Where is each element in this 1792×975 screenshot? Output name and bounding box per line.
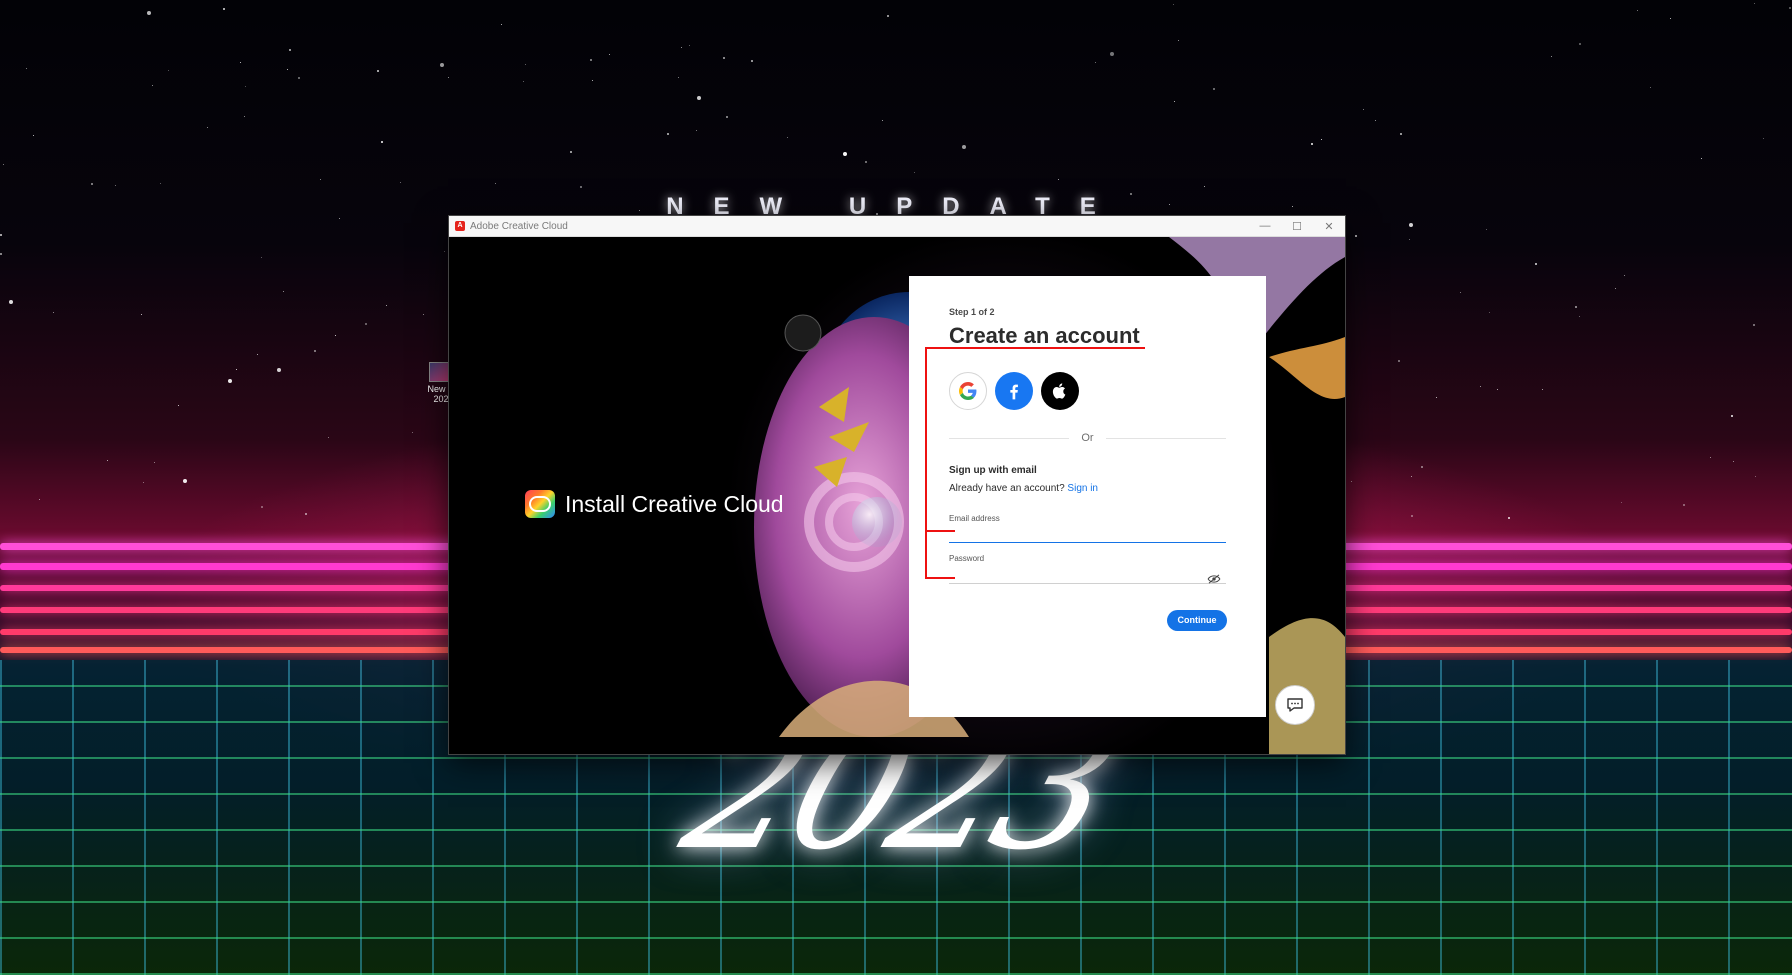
- minimize-button[interactable]: —: [1249, 216, 1281, 236]
- page-title: Create an account: [949, 323, 1140, 348]
- password-field[interactable]: [949, 567, 1226, 584]
- apple-signin-button[interactable]: [1041, 372, 1079, 410]
- creative-cloud-window: A Adobe Creative Cloud — ☐ ✕ Install Cre…: [448, 215, 1346, 755]
- google-icon: [959, 382, 977, 400]
- title-bar[interactable]: A Adobe Creative Cloud — ☐ ✕: [449, 216, 1345, 237]
- window-title: Adobe Creative Cloud: [470, 220, 568, 232]
- install-label: Install Creative Cloud: [565, 490, 784, 517]
- sign-in-link[interactable]: Sign in: [1067, 483, 1098, 494]
- signup-card: Step 1 of 2 Create an account Or Sign up…: [909, 276, 1266, 717]
- already-account-label: Already have an account?: [949, 483, 1065, 494]
- hide-password-icon[interactable]: [1207, 574, 1221, 584]
- email-field[interactable]: [949, 526, 1226, 543]
- social-signin-row: [949, 372, 1079, 410]
- adobe-logo-icon: A: [455, 221, 465, 231]
- facebook-signin-button[interactable]: [995, 372, 1033, 410]
- chat-icon: [1287, 698, 1303, 712]
- close-button[interactable]: ✕: [1313, 216, 1345, 236]
- install-heading: Install Creative Cloud: [525, 490, 784, 518]
- already-account-text: Already have an account? Sign in: [949, 483, 1098, 494]
- google-signin-button[interactable]: [949, 372, 987, 410]
- maximize-button[interactable]: ☐: [1281, 216, 1313, 236]
- window-content: Install Creative Cloud Step 1 of 2 Creat…: [449, 237, 1345, 754]
- email-label: Email address: [949, 514, 1000, 523]
- email-signup-heading: Sign up with email: [949, 465, 1037, 476]
- facebook-icon: [1010, 384, 1018, 400]
- step-indicator: Step 1 of 2: [949, 307, 995, 317]
- chat-support-button[interactable]: [1275, 685, 1315, 725]
- password-label: Password: [949, 554, 985, 563]
- creative-cloud-icon: [525, 490, 555, 518]
- continue-button[interactable]: Continue: [1167, 610, 1227, 631]
- or-divider: Or: [949, 432, 1226, 446]
- apple-icon: [1052, 383, 1066, 399]
